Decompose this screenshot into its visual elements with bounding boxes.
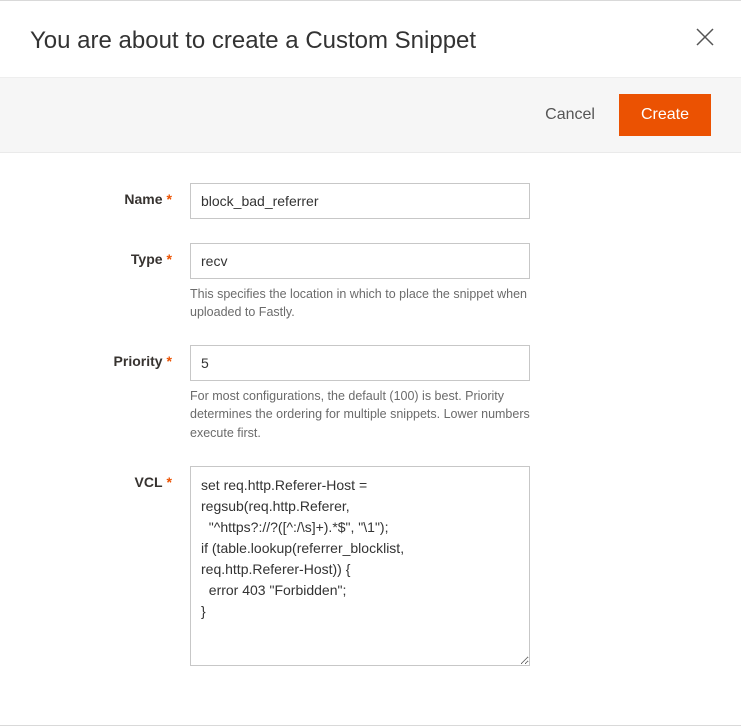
cancel-button[interactable]: Cancel [545, 106, 595, 124]
form: Name* Type* This specifies the location … [0, 153, 741, 725]
type-input[interactable] [190, 243, 530, 279]
vcl-label: VCL* [30, 466, 190, 490]
field-row-vcl: VCL* [30, 466, 681, 671]
vcl-textarea[interactable] [190, 466, 530, 666]
close-button[interactable] [691, 23, 719, 51]
label-text: VCL [135, 474, 163, 490]
name-label: Name * [30, 183, 190, 207]
required-mark: * [167, 191, 172, 207]
field-row-name: Name * [30, 183, 681, 219]
dialog-toolbar: Cancel Create [0, 78, 741, 153]
type-hint: This specifies the location in which to … [190, 285, 530, 321]
create-snippet-dialog: You are about to create a Custom Snippet… [0, 0, 741, 726]
label-text: Name [124, 191, 162, 207]
field-row-priority: Priority* For most configurations, the d… [30, 345, 681, 441]
name-input[interactable] [190, 183, 530, 219]
required-mark: * [167, 353, 172, 369]
required-mark: * [167, 251, 172, 267]
close-icon [695, 27, 715, 47]
create-button[interactable]: Create [619, 94, 711, 136]
priority-input[interactable] [190, 345, 530, 381]
dialog-header: You are about to create a Custom Snippet [0, 1, 741, 78]
label-text: Type [131, 251, 163, 267]
label-text: Priority [114, 353, 163, 369]
priority-label: Priority* [30, 345, 190, 369]
priority-hint: For most configurations, the default (10… [190, 387, 530, 441]
dialog-title: You are about to create a Custom Snippet [30, 27, 711, 55]
type-label: Type* [30, 243, 190, 267]
field-row-type: Type* This specifies the location in whi… [30, 243, 681, 321]
required-mark: * [167, 474, 172, 490]
